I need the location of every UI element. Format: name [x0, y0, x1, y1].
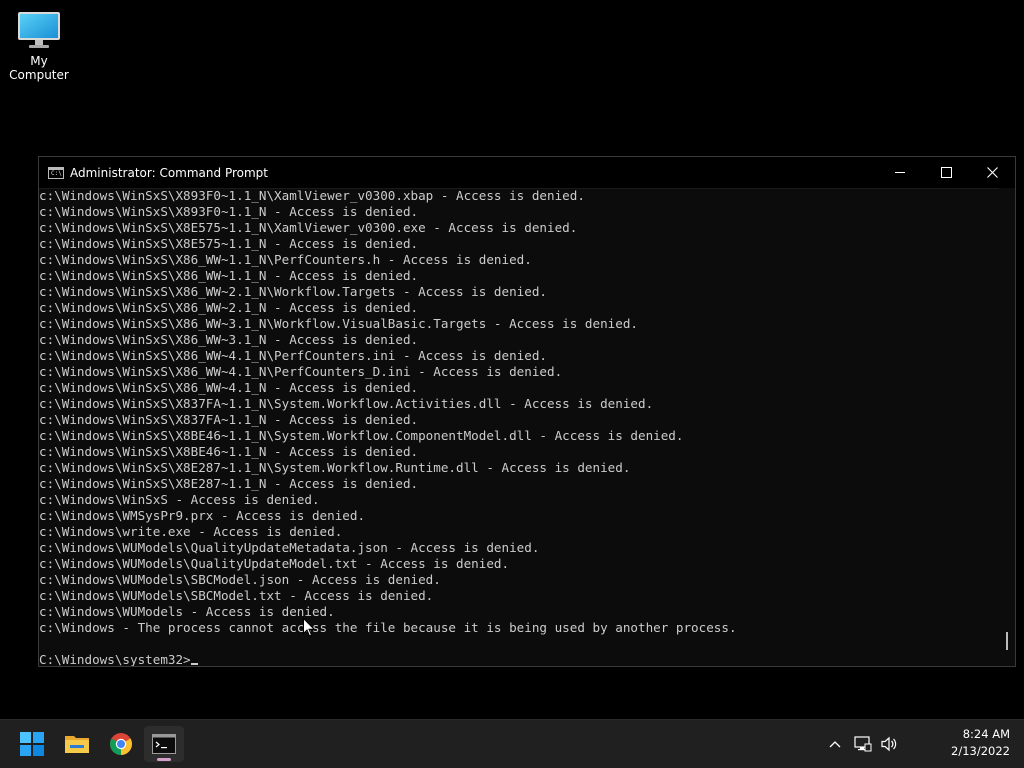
console-prompt: C:\Windows\system32>	[39, 652, 191, 666]
vertical-scrollbar[interactable]	[999, 188, 1015, 666]
minimize-button[interactable]	[877, 157, 923, 188]
system-tray: 8:24 AM 2/13/2022	[824, 720, 1024, 768]
monitor-icon	[18, 12, 60, 48]
console-line: c:\Windows\WinSxS\X893F0~1.1_N\XamlViewe…	[39, 188, 585, 203]
close-icon	[986, 167, 998, 178]
network-button[interactable]	[852, 733, 874, 755]
console-line: c:\Windows\WMSysPr9.prx - Access is deni…	[39, 508, 366, 523]
console-line: c:\Windows\WinSxS - Access is denied.	[39, 492, 320, 507]
console-line: c:\Windows\WUModels\QualityUpdateMetadat…	[39, 540, 540, 555]
console-line: c:\Windows\WinSxS\X86_WW~1.1_N - Access …	[39, 268, 419, 283]
console-line: c:\Windows\WinSxS\X837FA~1.1_N\System.Wo…	[39, 396, 654, 411]
console-line: c:\Windows\WinSxS\X86_WW~3.1_N\Workflow.…	[39, 316, 638, 331]
console-line: c:\Windows\WUModels - Access is denied.	[39, 604, 335, 619]
console-line: c:\Windows\WinSxS\X837FA~1.1_N - Access …	[39, 412, 419, 427]
command-prompt-window[interactable]: C:\ Administrator: Command Prompt c:\Win…	[38, 156, 1016, 667]
clock-date: 2/13/2022	[951, 744, 1010, 758]
console-line: c:\Windows\write.exe - Access is denied.	[39, 524, 343, 539]
console-line: c:\Windows\WUModels\QualityUpdateModel.t…	[39, 556, 510, 571]
console-line: c:\Windows\WinSxS\X86_WW~4.1_N - Access …	[39, 380, 419, 395]
console-line: c:\Windows\WinSxS\X8E575~1.1_N - Access …	[39, 236, 419, 251]
console-line: c:\Windows\WinSxS\X893F0~1.1_N - Access …	[39, 204, 419, 219]
start-button[interactable]	[12, 726, 52, 762]
console-line: c:\Windows - The process cannot access t…	[39, 620, 737, 635]
console-line: c:\Windows\WinSxS\X86_WW~2.1_N\Workflow.…	[39, 284, 547, 299]
console-line: c:\Windows\WinSxS\X86_WW~2.1_N - Access …	[39, 300, 419, 315]
console-line: c:\Windows\WinSxS\X86_WW~4.1_N\PerfCount…	[39, 348, 547, 363]
console-line: c:\Windows\WinSxS\X86_WW~4.1_N\PerfCount…	[39, 364, 563, 379]
console-output[interactable]: c:\Windows\WinSxS\X893F0~1.1_N\XamlViewe…	[39, 188, 999, 666]
desktop-icon-label: My Computer	[9, 54, 69, 82]
taskbar-file-explorer[interactable]	[57, 726, 97, 762]
console-app-icon: C:\	[48, 166, 64, 179]
console-line: c:\Windows\WinSxS\X8BE46~1.1_N\System.Wo…	[39, 428, 684, 443]
show-hidden-icons-button[interactable]	[824, 733, 846, 755]
console-line: c:\Windows\WinSxS\X86_WW~3.1_N - Access …	[39, 332, 419, 347]
taskbar-command-prompt[interactable]	[144, 726, 184, 762]
taskbar-clock[interactable]: 8:24 AM 2/13/2022	[951, 726, 1010, 760]
console-line: c:\Windows\WinSxS\X86_WW~1.1_N\PerfCount…	[39, 252, 532, 267]
scrollbar-thumb[interactable]	[1006, 632, 1008, 650]
console-line: c:\Windows\WinSxS\X8E575~1.1_N\XamlViewe…	[39, 220, 578, 235]
mouse-cursor-icon	[303, 618, 315, 637]
console-line: c:\Windows\WUModels\SBCModel.txt - Acces…	[39, 588, 434, 603]
chevron-up-icon	[829, 741, 841, 748]
network-icon	[854, 736, 872, 752]
taskbar-chrome[interactable]	[101, 726, 141, 762]
text-cursor	[190, 663, 198, 665]
window-title: Administrator: Command Prompt	[70, 165, 268, 180]
volume-button[interactable]	[878, 733, 900, 755]
desktop-icon-my-computer[interactable]: My Computer	[0, 8, 78, 82]
command-prompt-icon	[152, 734, 176, 754]
console-line: c:\Windows\WinSxS\X8E287~1.1_N\System.Wo…	[39, 460, 631, 475]
start-icon	[20, 732, 44, 756]
volume-icon	[881, 736, 897, 752]
taskbar: 8:24 AM 2/13/2022	[0, 719, 1024, 768]
console-line: c:\Windows\WinSxS\X8E287~1.1_N - Access …	[39, 476, 419, 491]
window-titlebar[interactable]: C:\ Administrator: Command Prompt	[39, 157, 1015, 189]
console-line: c:\Windows\WinSxS\X8BE46~1.1_N - Access …	[39, 444, 419, 459]
console-prompt-line[interactable]: C:\Windows\system32>	[39, 652, 999, 666]
clock-time: 8:24 AM	[962, 727, 1010, 741]
file-explorer-icon	[65, 736, 89, 753]
console-line: c:\Windows\WUModels\SBCModel.json - Acce…	[39, 572, 441, 587]
chrome-icon	[110, 733, 132, 755]
maximize-button[interactable]	[923, 157, 969, 188]
close-button[interactable]	[969, 157, 1015, 188]
